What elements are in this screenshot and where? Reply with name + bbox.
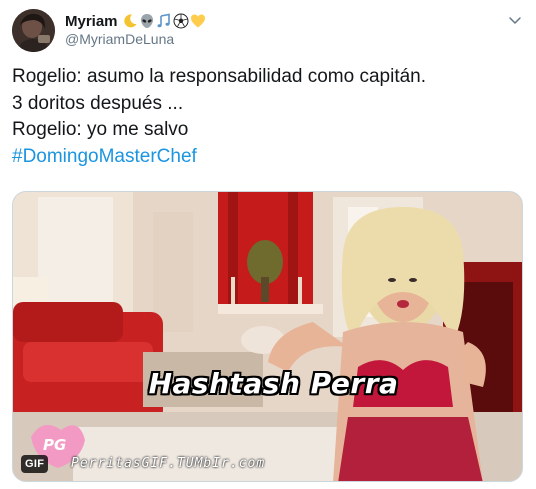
gif-watermark: PerritasGIF.TUMbIr.com (71, 456, 266, 471)
tweet-card: Myriam @MyriamDeLuna Rogelio: asumo la r… (0, 0, 536, 489)
svg-text:PG: PG (43, 436, 66, 454)
tweet-line: 3 doritos después ... (12, 92, 184, 114)
hashtag-link[interactable]: #DomingoMasterChef (12, 144, 522, 171)
avatar[interactable] (12, 9, 55, 52)
yellow-heart-icon (190, 14, 205, 28)
crescent-moon-icon (123, 14, 137, 28)
name-row: Myriam (65, 11, 206, 31)
tweet-line: Rogelio: yo me salvo (12, 119, 189, 140)
soccer-ball-icon (173, 13, 189, 29)
gif-frame: PG (13, 192, 522, 481)
gif-badge: GIF (21, 455, 49, 473)
chevron-down-icon[interactable] (507, 12, 523, 28)
alien-icon (140, 14, 153, 28)
tweet-line: Rogelio: asumo la responsabilidad como c… (12, 66, 427, 87)
musical-notes-icon (157, 13, 170, 28)
gif-caption: Hashtash Perra (148, 367, 399, 400)
display-name[interactable]: Myriam (65, 13, 118, 30)
gif-media[interactable]: PG Hashtash Perra GIF PerritasGIF.TUMbIr… (12, 191, 523, 482)
tweet-text: Rogelio: asumo la responsabilidad como c… (12, 64, 522, 170)
name-emojis (122, 13, 206, 29)
handle[interactable]: @MyriamDeLuna (65, 31, 174, 47)
